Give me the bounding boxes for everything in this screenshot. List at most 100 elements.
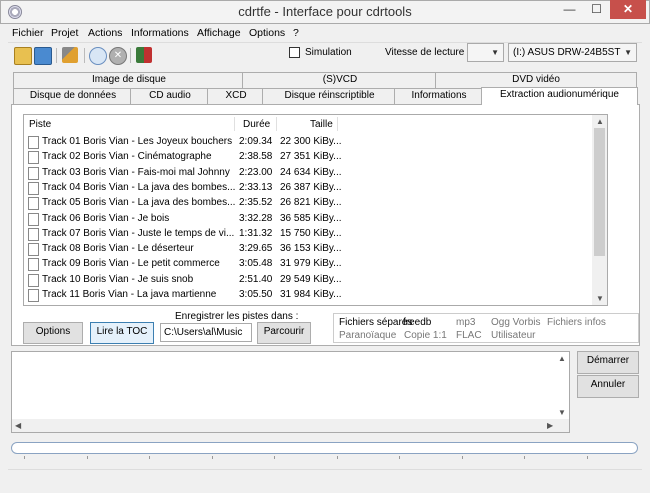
save-path-field[interactable]: C:\Users\al\Music bbox=[160, 323, 252, 342]
scroll-right-icon[interactable]: ▶ bbox=[547, 421, 553, 430]
status-bar bbox=[8, 469, 642, 487]
chevron-down-icon: ▼ bbox=[491, 48, 499, 57]
browse-button[interactable]: Parcourir bbox=[257, 322, 311, 344]
table-row[interactable]: Track 07 Boris Vian - Juste le temps de … bbox=[24, 227, 594, 242]
audio-file-icon bbox=[28, 273, 39, 287]
maximize-button[interactable]: ☐ bbox=[583, 0, 610, 19]
option-flac: FLAC bbox=[456, 330, 482, 341]
progress-tick bbox=[24, 456, 25, 459]
column-separator bbox=[276, 117, 277, 131]
read-toc-button[interactable]: Lire la TOC bbox=[90, 322, 154, 344]
column-separator bbox=[337, 117, 338, 131]
column-header-size[interactable]: Taille bbox=[310, 119, 333, 130]
cancel-button[interactable]: Annuler bbox=[577, 375, 639, 398]
track-duration: 2:35.52 bbox=[239, 197, 273, 209]
drive-select[interactable]: (I:) ASUS DRW-24B5ST ▼ bbox=[508, 43, 637, 62]
table-row[interactable]: Track 04 Boris Vian - La java des bombes… bbox=[24, 181, 594, 196]
track-size: 29 549 KiBy... bbox=[280, 273, 342, 285]
tab-audio-extraction[interactable]: Extraction audionumérique bbox=[481, 87, 638, 105]
track-name: Track 06 Boris Vian - Je bois bbox=[42, 212, 170, 224]
audio-file-icon bbox=[28, 136, 39, 149]
track-name: Track 10 Boris Vian - Je suis snob bbox=[42, 273, 194, 285]
list-scroll-thumb[interactable] bbox=[594, 128, 605, 256]
drive-value: (I:) ASUS DRW-24B5ST bbox=[513, 47, 621, 58]
track-size: 15 750 KiBy... bbox=[280, 227, 342, 239]
log-horizontal-scrollbar[interactable] bbox=[12, 419, 569, 432]
scroll-up-icon[interactable]: ▲ bbox=[558, 354, 566, 363]
scroll-up-icon[interactable]: ▲ bbox=[596, 117, 604, 126]
table-row[interactable]: Track 05 Boris Vian - La java des bombes… bbox=[24, 196, 594, 211]
save-location-label: Enregistrer les pistes dans : bbox=[175, 311, 299, 322]
start-button[interactable]: Démarrer bbox=[577, 351, 639, 374]
minimize-button[interactable]: — bbox=[556, 0, 583, 19]
progress-tick bbox=[86, 456, 88, 459]
track-name: Track 11 Boris Vian - La java martienne bbox=[42, 289, 217, 300]
table-row[interactable]: Track 03 Boris Vian - Fais-moi mal Johnn… bbox=[24, 166, 594, 181]
option-paranoia: Paranoïaque bbox=[339, 330, 397, 341]
track-size: 36 153 KiBy... bbox=[280, 243, 342, 255]
track-size: 26 821 KiBy... bbox=[280, 197, 342, 209]
scroll-left-icon[interactable]: ◀ bbox=[15, 421, 21, 430]
menu-help[interactable]: ? bbox=[293, 27, 299, 39]
scroll-down-icon[interactable]: ▼ bbox=[596, 294, 604, 303]
simulation-checkbox[interactable] bbox=[289, 47, 300, 58]
menu-bar: Fichier Projet Actions Informations Affi… bbox=[8, 24, 642, 42]
menu-actions[interactable]: Actions bbox=[88, 27, 122, 39]
track-duration: 3:05.50 bbox=[239, 289, 273, 300]
tab-rewritable-disc[interactable]: Disque réinscriptible bbox=[262, 88, 397, 105]
column-header-track[interactable]: Piste bbox=[29, 119, 51, 130]
settings-icon[interactable] bbox=[62, 47, 78, 63]
track-name: Track 08 Boris Vian - Le déserteur bbox=[42, 243, 194, 255]
track-size: 31 984 KiBy... bbox=[280, 289, 342, 300]
exit-icon[interactable] bbox=[136, 47, 152, 63]
track-size: 27 351 KiBy... bbox=[280, 151, 342, 163]
track-name: Track 01 Boris Vian - Les Joyeux boucher… bbox=[42, 136, 233, 147]
menu-informations[interactable]: Informations bbox=[131, 27, 189, 39]
tab-svcd[interactable]: (S)VCD bbox=[242, 72, 438, 89]
open-project-icon[interactable] bbox=[14, 47, 32, 65]
audio-file-icon bbox=[28, 197, 39, 211]
tab-disk-image[interactable]: Image de disque bbox=[13, 72, 245, 89]
track-name: Track 02 Boris Vian - Cinématographe bbox=[42, 151, 212, 163]
table-row[interactable]: Track 10 Boris Vian - Je suis snob 2:51.4… bbox=[24, 273, 594, 288]
table-row[interactable]: Track 06 Boris Vian - Je bois 3:32.28 36 5… bbox=[24, 212, 594, 227]
cancel-icon[interactable]: ✕ bbox=[109, 47, 127, 65]
track-size: 36 585 KiBy... bbox=[280, 212, 342, 224]
table-row[interactable]: Track 01 Boris Vian - Les Joyeux boucher… bbox=[24, 135, 594, 150]
track-list[interactable]: Piste Durée Taille Track 01 Boris Vian -… bbox=[23, 114, 608, 306]
menu-fichier[interactable]: Fichier bbox=[12, 27, 44, 39]
copy-icon[interactable] bbox=[34, 47, 52, 65]
option-separate-files: Fichiers séparés bbox=[339, 317, 413, 328]
audio-file-icon bbox=[28, 181, 39, 195]
track-duration: 3:29.65 bbox=[239, 243, 273, 255]
refresh-icon[interactable] bbox=[89, 47, 107, 65]
menu-options[interactable]: Options bbox=[249, 27, 285, 39]
scroll-down-icon[interactable]: ▼ bbox=[558, 408, 566, 417]
table-row[interactable]: Track 08 Boris Vian - Le déserteur 3:29.6… bbox=[24, 242, 594, 257]
track-duration: 2:23.00 bbox=[239, 166, 273, 178]
progress-tick bbox=[336, 456, 338, 459]
track-size: 31 979 KiBy... bbox=[280, 258, 342, 270]
table-row[interactable]: Track 02 Boris Vian - Cinématographe 2:38… bbox=[24, 150, 594, 165]
close-button[interactable]: ✕ bbox=[610, 0, 646, 19]
tab-audio-cd[interactable]: CD audio bbox=[130, 88, 210, 105]
track-duration: 2:33.13 bbox=[239, 181, 273, 193]
track-size: 26 387 KiBy... bbox=[280, 181, 342, 193]
audio-file-icon bbox=[28, 212, 39, 226]
track-duration: 2:09.34 bbox=[239, 136, 273, 147]
chevron-down-icon: ▼ bbox=[624, 48, 632, 57]
column-header-duration[interactable]: Durée bbox=[243, 119, 270, 130]
table-row[interactable]: Track 09 Boris Vian - Le petit commerce 3… bbox=[24, 257, 594, 272]
read-speed-select[interactable]: ▼ bbox=[467, 43, 504, 62]
menu-affichage[interactable]: Affichage bbox=[197, 27, 241, 39]
table-row[interactable]: Track 11 Boris Vian - La java martienne 3… bbox=[24, 288, 594, 303]
audio-file-icon bbox=[28, 151, 39, 165]
tab-data-disc[interactable]: Disque de données bbox=[13, 88, 133, 105]
tab-xcd[interactable]: XCD bbox=[207, 88, 265, 105]
tab-informations[interactable]: Informations bbox=[394, 88, 484, 105]
toolbar-separator bbox=[130, 48, 131, 63]
options-summary-panel: Fichiers séparés freedb mp3 Ogg Vorbis F… bbox=[333, 313, 639, 343]
options-button[interactable]: Options bbox=[23, 322, 83, 344]
menu-projet[interactable]: Projet bbox=[51, 27, 78, 39]
track-name: Track 09 Boris Vian - Le petit commerce bbox=[42, 258, 220, 270]
